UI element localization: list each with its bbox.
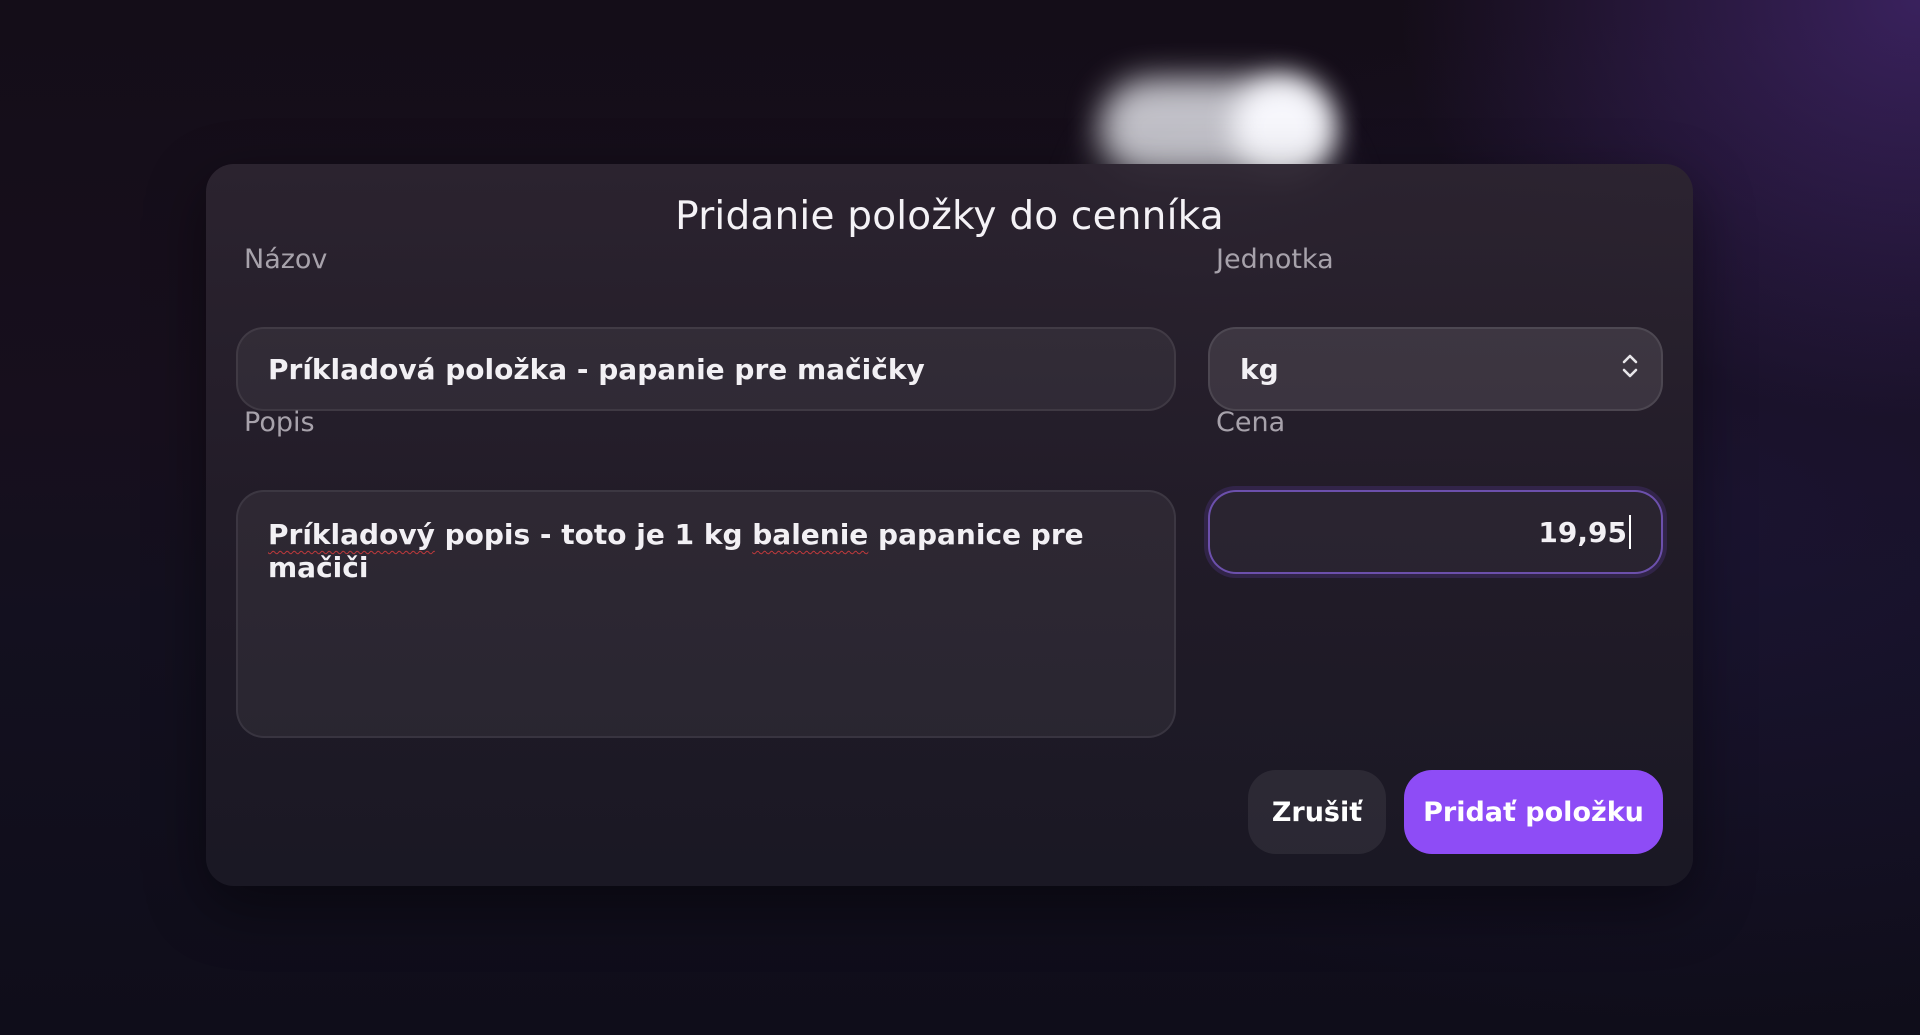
description-textarea[interactable]: Príkladový popis - toto je 1 kg balenie … — [236, 490, 1176, 738]
add-item-dialog: Pridanie položky do cenníka Názov Príkla… — [206, 164, 1693, 886]
add-item-button[interactable]: Pridať položku — [1404, 770, 1663, 854]
price-label: Cena — [1216, 407, 1286, 438]
description-text: popis - toto je 1 kg — [434, 518, 753, 551]
unit-select[interactable]: kg — [1208, 327, 1663, 411]
cancel-button[interactable]: Zrušiť — [1248, 770, 1386, 854]
name-input-value: Príkladová položka - papanie pre mačičky — [268, 352, 925, 386]
spellcheck-word: balenie — [752, 518, 869, 551]
spellcheck-word: Príkladový — [268, 518, 435, 551]
background-toggle-knob-blur — [1232, 78, 1332, 178]
name-label: Názov — [244, 244, 328, 275]
unit-select-value: kg — [1240, 352, 1279, 386]
name-input[interactable]: Príkladová položka - papanie pre mačičky — [236, 327, 1176, 411]
description-label: Popis — [244, 407, 315, 438]
text-cursor — [1629, 515, 1631, 549]
chevron-up-down-icon — [1619, 351, 1641, 388]
unit-label: Jednotka — [1216, 244, 1334, 275]
price-input-value: 19,95 — [1538, 515, 1627, 549]
price-input[interactable]: 19,95 — [1208, 490, 1663, 574]
dialog-title: Pridanie položky do cenníka — [675, 194, 1224, 239]
description-textarea-value: Príkladový popis - toto je 1 kg balenie … — [268, 518, 1144, 584]
